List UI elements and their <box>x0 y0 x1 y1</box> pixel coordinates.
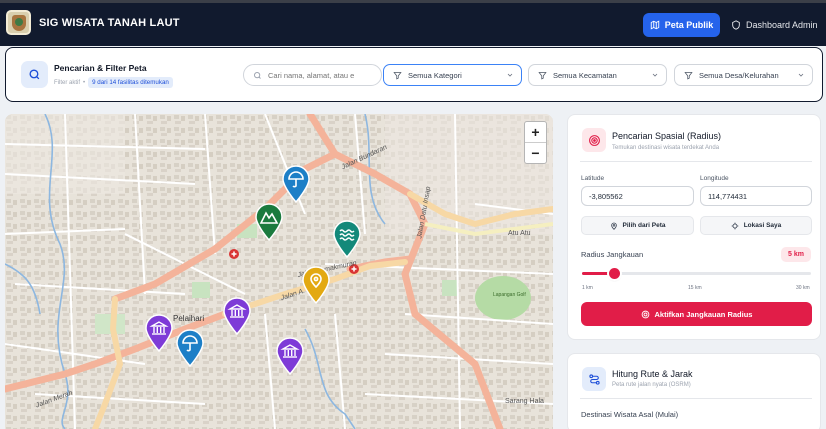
radius-tick-min: 1 km <box>582 285 593 291</box>
latitude-label: Latitude <box>581 175 605 182</box>
filter-count-badge: 9 dari 14 fasilitas ditemukan <box>88 77 173 88</box>
filter-title: Pencarian & Filter Peta <box>54 63 147 73</box>
logo-emblem-center <box>15 18 23 26</box>
map-label-pelaihari: Pelaihari <box>173 314 205 323</box>
route-origin-label: Destinasi Wisata Asal (Mulai) <box>581 410 679 419</box>
map-label-atu-atu: Atu Atu <box>508 230 531 237</box>
category-select[interactable]: Semua Kategori <box>383 64 522 86</box>
app-title: SIG WISATA TANAH LAUT <box>39 17 180 29</box>
pin-museum-2[interactable] <box>144 314 174 353</box>
pick-from-map-button[interactable]: Pilih dari Peta <box>581 216 694 235</box>
crosshair-icon <box>731 222 739 229</box>
spatial-title: Pencarian Spasial (Radius) <box>612 131 722 141</box>
pin-museum-3[interactable] <box>275 337 305 376</box>
shield-icon <box>732 20 740 30</box>
pin-location[interactable] <box>301 266 331 305</box>
pin-beach-2[interactable] <box>175 329 205 368</box>
village-select[interactable]: Semua Desa/Kelurahan <box>674 64 813 86</box>
admin-dashboard-button[interactable]: Dashboard Admin <box>731 13 823 37</box>
dot-separator: • <box>83 79 86 86</box>
map-view[interactable]: Pelaihari Atu Atu Lapangan Golf Sarang H… <box>5 114 553 429</box>
radius-tick-mid: 15 km <box>688 285 702 291</box>
latitude-field[interactable]: -3,805562 <box>581 186 694 206</box>
filter-header-icon <box>21 61 48 88</box>
spatial-header-icon <box>582 128 606 152</box>
route-icon <box>588 373 600 385</box>
spatial-search-panel: Pencarian Spasial (Radius) Temukan desti… <box>567 114 821 340</box>
map-icon <box>650 20 659 30</box>
navbar: SIG WISATA TANAH LAUT Peta Publik Dashbo… <box>0 3 826 46</box>
spatial-subtitle: Temukan destinasi wisata terdekat Anda <box>612 145 720 151</box>
filter-icon <box>538 71 547 79</box>
longitude-field[interactable]: 114,774431 <box>700 186 812 206</box>
chevron-down-icon <box>652 73 658 77</box>
map-pin-icon <box>610 222 617 230</box>
pin-water[interactable] <box>332 220 362 259</box>
pick-from-map-label: Pilih dari Peta <box>622 222 666 229</box>
route-title: Hitung Rute & Jarak <box>612 369 693 379</box>
chevron-down-icon <box>798 73 804 77</box>
filter-bar: Pencarian & Filter Peta Filter aktif • 9… <box>5 47 823 102</box>
zoom-out-button[interactable]: − <box>525 143 546 163</box>
admin-dashboard-label: Dashboard Admin <box>746 20 818 30</box>
district-select[interactable]: Semua Kecamatan <box>528 64 667 86</box>
target-icon <box>588 134 600 146</box>
filter-status: Filter aktif • 9 dari 14 fasilitas ditem… <box>54 77 173 88</box>
route-header-icon <box>582 367 606 391</box>
zoom-control: + − <box>524 121 547 164</box>
search-icon <box>29 69 40 80</box>
map-label-sarang-halang: Sarang Hala <box>505 398 544 405</box>
longitude-label: Longitude <box>700 175 729 182</box>
panel-divider <box>580 161 812 162</box>
search-input[interactable] <box>268 70 378 80</box>
radius-tick-max: 30 km <box>796 285 810 291</box>
village-select-value: Semua Desa/Kelurahan <box>699 70 779 80</box>
public-map-button[interactable]: Peta Publik <box>643 13 720 37</box>
zoom-in-button[interactable]: + <box>525 122 546 142</box>
target-icon <box>641 310 649 318</box>
search-field[interactable] <box>243 64 382 86</box>
map-label-golf: Lapangan Golf <box>493 292 526 298</box>
my-location-button[interactable]: Lokasi Saya <box>700 216 812 235</box>
pin-beach[interactable] <box>281 165 311 204</box>
pin-mountain[interactable] <box>254 203 284 242</box>
route-panel: Hitung Rute & Jarak Peta rute jalan nyat… <box>567 353 821 429</box>
radius-slider-thumb[interactable] <box>608 268 620 279</box>
pin-museum-1[interactable] <box>222 297 252 336</box>
my-location-label: Lokasi Saya <box>743 222 782 229</box>
route-subtitle: Peta rute jalan nyata (OSRM) <box>612 382 691 388</box>
app-logo[interactable] <box>6 10 31 35</box>
radius-slider[interactable] <box>582 268 811 279</box>
radius-value-badge: 5 km <box>781 247 811 262</box>
filter-icon <box>393 71 402 79</box>
district-select-value: Semua Kecamatan <box>553 70 617 80</box>
map-tiles <box>5 114 553 429</box>
filter-active-label: Filter aktif <box>54 79 81 86</box>
panel-divider <box>580 398 812 399</box>
radius-label: Radius Jangkauan <box>581 250 644 259</box>
activate-radius-label: Aktifkan Jangkauan Radius <box>654 309 753 319</box>
chevron-down-icon <box>507 73 513 77</box>
public-map-label: Peta Publik <box>664 20 714 30</box>
activate-radius-button[interactable]: Aktifkan Jangkauan Radius <box>581 302 812 326</box>
category-select-value: Semua Kategori <box>408 70 462 80</box>
search-icon <box>254 71 261 79</box>
filter-icon <box>684 71 693 79</box>
